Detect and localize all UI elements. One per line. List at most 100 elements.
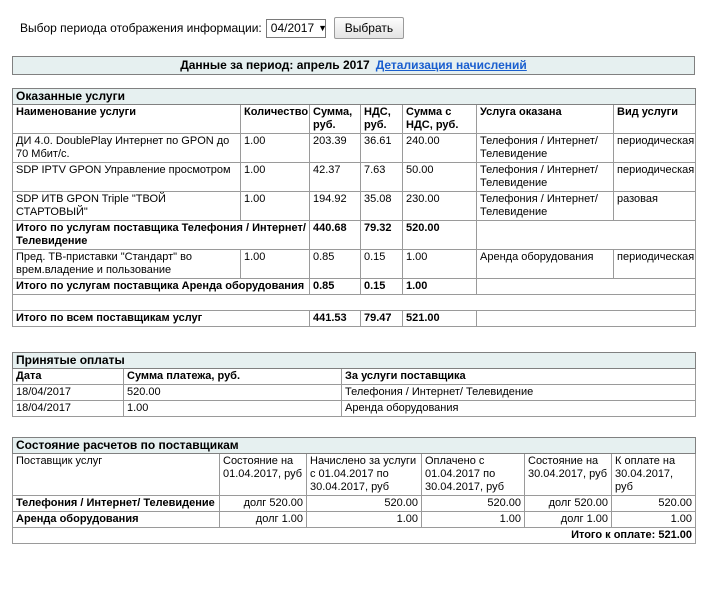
subtotal-vat: 79.32 — [360, 220, 403, 250]
cell: Телефония / Интернет/ Телевидение — [12, 495, 220, 512]
empty-cell — [475, 278, 697, 295]
cell: периодическая — [612, 249, 697, 279]
cell: 520.00 — [610, 495, 697, 512]
spacer-row — [11, 294, 697, 311]
col-header: Сумма платежа, руб. — [123, 368, 342, 385]
table-row: 18/04/2017 1.00 Аренда оборудования — [12, 400, 697, 417]
cell: долг 1.00 — [219, 511, 307, 528]
settlements-table: Состояние расчетов по поставщикам Постав… — [11, 437, 697, 544]
chevron-down-icon: ▼ — [318, 23, 328, 33]
total-to-pay: Итого к оплате: 521.00 — [11, 527, 697, 544]
cell: долг 520.00 — [219, 495, 307, 512]
cell: 1.00 — [240, 162, 310, 192]
table-row: SDP IPTV GPON Управление просмотром 1.00… — [12, 162, 697, 192]
col-header: Оплачено с 01.04.2017 по 30.04.2017, руб — [421, 453, 525, 496]
services-header-row: Наименование услуги Количество Сумма, ру… — [12, 104, 697, 134]
subtotal-label: Итого по услугам поставщика Аренда обору… — [12, 278, 310, 295]
cell: Телефония / Интернет/ Телевидение — [476, 162, 614, 192]
services-table: Оказанные услуги Наименование услуги Кол… — [11, 88, 697, 327]
col-header: Сумма, руб. — [309, 104, 361, 134]
cell: SDP IPTV GPON Управление просмотром — [12, 162, 241, 192]
empty-cell — [11, 294, 697, 311]
subtotal-total: 520.00 — [402, 220, 477, 250]
cell: Телефония / Интернет/ Телевидение — [340, 384, 697, 401]
cell: 1.00 — [402, 249, 477, 279]
payments-title: Принятые оплаты — [11, 352, 697, 369]
grand-total-sum: 441.53 — [309, 310, 361, 327]
grand-total-total: 521.00 — [402, 310, 477, 327]
cell: SDP ИТВ GPON Triple "ТВОЙ СТАРТОВЫЙ" — [12, 191, 241, 221]
period-bar: Данные за период: апрель 2017 Детализация… — [12, 56, 695, 75]
empty-cell — [475, 310, 697, 327]
cell: 520.00 — [306, 495, 422, 512]
settlements-title: Состояние расчетов по поставщикам — [11, 437, 697, 454]
table-row: Аренда оборудования долг 1.00 1.00 1.00 … — [12, 511, 697, 528]
cell: Телефония / Интернет/ Телевидение — [476, 191, 614, 221]
cell: 1.00 — [610, 511, 697, 528]
cell: 0.15 — [360, 249, 403, 279]
cell: 18/04/2017 — [12, 400, 124, 417]
subtotal-vat: 0.15 — [360, 278, 403, 295]
cell: 1.00 — [240, 249, 310, 279]
cell: периодическая — [612, 133, 697, 163]
subtotal-sum: 440.68 — [309, 220, 361, 250]
col-header: Услуга оказана — [476, 104, 614, 134]
cell: 1.00 — [421, 511, 525, 528]
subtotal-row: Итого по услугам поставщика Аренда обору… — [12, 278, 697, 295]
cell: 18/04/2017 — [12, 384, 124, 401]
period-text: Данные за период: апрель 2017 — [180, 58, 370, 72]
cell: Пред. ТВ-приставки "Стандарт" во врем.вл… — [12, 249, 241, 279]
table-row: ДИ 4.0. DoublePlay Интернет по GPON до 7… — [12, 133, 697, 163]
subtotal-label: Итого по услугам поставщика Телефония / … — [12, 220, 310, 250]
col-header: Вид услуги — [612, 104, 697, 134]
cell: 50.00 — [402, 162, 477, 192]
cell: долг 520.00 — [524, 495, 612, 512]
cell: периодическая — [612, 162, 697, 192]
total-to-pay-row: Итого к оплате: 521.00 — [11, 527, 697, 544]
col-header: Сумма с НДС, руб. — [402, 104, 477, 134]
col-header: Начислено за услуги с 01.04.2017 по 30.0… — [306, 453, 422, 496]
cell: 7.63 — [360, 162, 403, 192]
col-header: К оплате на 30.04.2017, руб — [610, 453, 697, 496]
cell: 230.00 — [402, 191, 477, 221]
grand-total-label: Итого по всем поставщикам услуг — [12, 310, 310, 327]
cell: 36.61 — [360, 133, 403, 163]
cell: 35.08 — [360, 191, 403, 221]
select-button[interactable]: Выбрать — [333, 17, 405, 39]
col-header: Наименование услуги — [12, 104, 241, 134]
details-link[interactable]: Детализация начислений — [376, 58, 527, 72]
col-header: Поставщик услуг — [12, 453, 220, 496]
payments-table: Принятые оплаты Дата Сумма платежа, руб.… — [11, 352, 697, 417]
col-header: Состояние на 30.04.2017, руб — [524, 453, 612, 496]
cell: 1.00 — [123, 400, 342, 417]
table-row: 18/04/2017 520.00 Телефония / Интернет/ … — [12, 384, 697, 401]
col-header: НДС, руб. — [360, 104, 403, 134]
cell: 203.39 — [309, 133, 361, 163]
cell: 42.37 — [309, 162, 361, 192]
cell: 520.00 — [421, 495, 525, 512]
empty-cell — [475, 220, 697, 250]
table-row: Телефония / Интернет/ Телевидение долг 5… — [12, 495, 697, 512]
cell: 194.92 — [309, 191, 361, 221]
cell: долг 1.00 — [524, 511, 612, 528]
cell: 1.00 — [240, 191, 310, 221]
subtotal-row: Итого по услугам поставщика Телефония / … — [12, 220, 697, 250]
cell: Аренда оборудования — [12, 511, 220, 528]
period-select-value: 04/2017 — [270, 21, 315, 35]
col-header: Состояние на 01.04.2017, руб — [219, 453, 307, 496]
cell: 1.00 — [306, 511, 422, 528]
period-select[interactable]: 04/2017 ▼ — [265, 18, 328, 38]
cell: 1.00 — [240, 133, 310, 163]
grand-total-row: Итого по всем поставщикам услуг 441.53 7… — [12, 310, 697, 327]
col-header: Дата — [12, 368, 124, 385]
col-header: За услуги поставщика — [340, 368, 697, 385]
col-header: Количество — [240, 104, 310, 134]
cell: разовая — [612, 191, 697, 221]
cell: 520.00 — [123, 384, 342, 401]
cell: 240.00 — [402, 133, 477, 163]
subtotal-total: 1.00 — [402, 278, 477, 295]
period-selector: Выбор периода отображения информации: 04… — [20, 17, 405, 39]
cell: Аренда оборудования — [340, 400, 697, 417]
services-title: Оказанные услуги — [11, 88, 697, 105]
table-row: Пред. ТВ-приставки "Стандарт" во врем.вл… — [12, 249, 697, 279]
